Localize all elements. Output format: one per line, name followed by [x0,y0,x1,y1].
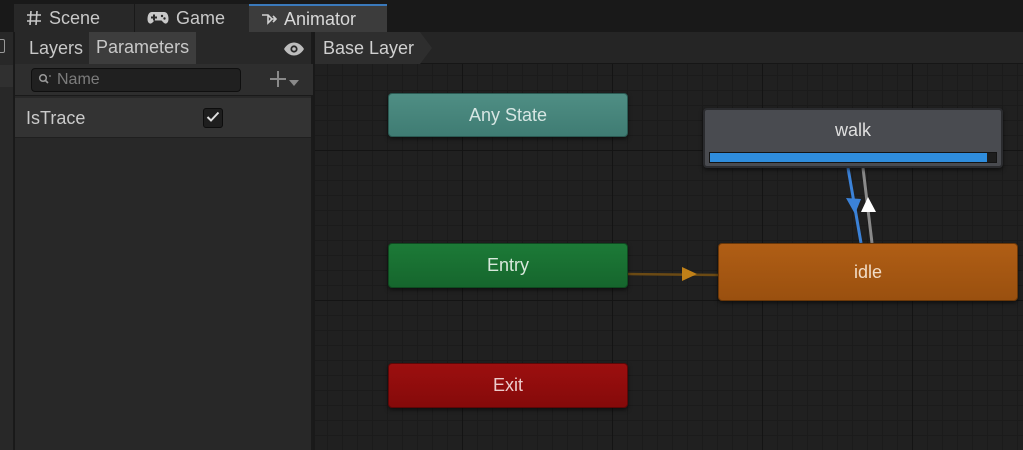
parameters-panel: Layers Parameters IsTrace [15,32,313,450]
state-idle-label: idle [853,261,883,282]
animator-graph[interactable]: Base Layer Any State walk Entry idle Exi… [315,32,1023,450]
state-entry-label: Entry [486,255,529,275]
state-progress-fill [710,153,988,162]
window-tab-bar: Scene Game Animator [0,0,1023,32]
left-dock-strip [0,32,14,450]
tab-animator-label: Animator [284,8,357,29]
parameter-row[interactable]: IsTrace [15,98,311,138]
lock-icon[interactable] [0,39,5,53]
eye-icon[interactable] [283,41,305,61]
hash-icon [26,10,42,26]
add-parameter-button[interactable] [269,70,299,93]
checkmark-icon [206,108,220,128]
tab-game[interactable]: Game [134,4,249,32]
search-input[interactable] [57,71,227,89]
parameter-checkbox[interactable] [203,108,223,128]
search-field[interactable] [31,68,241,92]
tab-parameters[interactable]: Parameters [89,32,197,64]
search-icon [38,70,52,90]
parameter-name[interactable]: IsTrace [26,108,85,129]
state-any-state[interactable]: Any State [388,93,628,137]
state-exit[interactable]: Exit [388,363,628,408]
state-walk[interactable]: walk [703,108,1003,168]
state-entry[interactable]: Entry [388,243,628,288]
state-any-state-label: Any State [468,104,548,125]
state-idle[interactable]: idle [718,243,1018,301]
entry-transition[interactable] [627,272,719,277]
tab-scene[interactable]: Scene [14,4,134,32]
animator-icon [261,11,277,27]
tab-game-label: Game [176,7,226,28]
tab-scene-label: Scene [49,7,101,28]
entry-arrow-icon [682,267,697,281]
walk-to-idle-arrow-icon [846,198,861,214]
state-exit-label: Exit [492,375,523,395]
search-row [15,64,313,96]
state-walk-label: walk [834,120,871,140]
gamepad-icon [147,11,169,25]
plus-icon [269,70,287,93]
idle-to-walk-arrow-icon [861,197,876,212]
tab-animator[interactable]: Animator [249,4,387,32]
panel-tabs: Layers Parameters [23,32,197,64]
chevron-down-icon [289,72,299,92]
dock-selection [0,65,13,87]
state-progress-bar [709,152,997,163]
tab-layers[interactable]: Layers [23,32,89,64]
